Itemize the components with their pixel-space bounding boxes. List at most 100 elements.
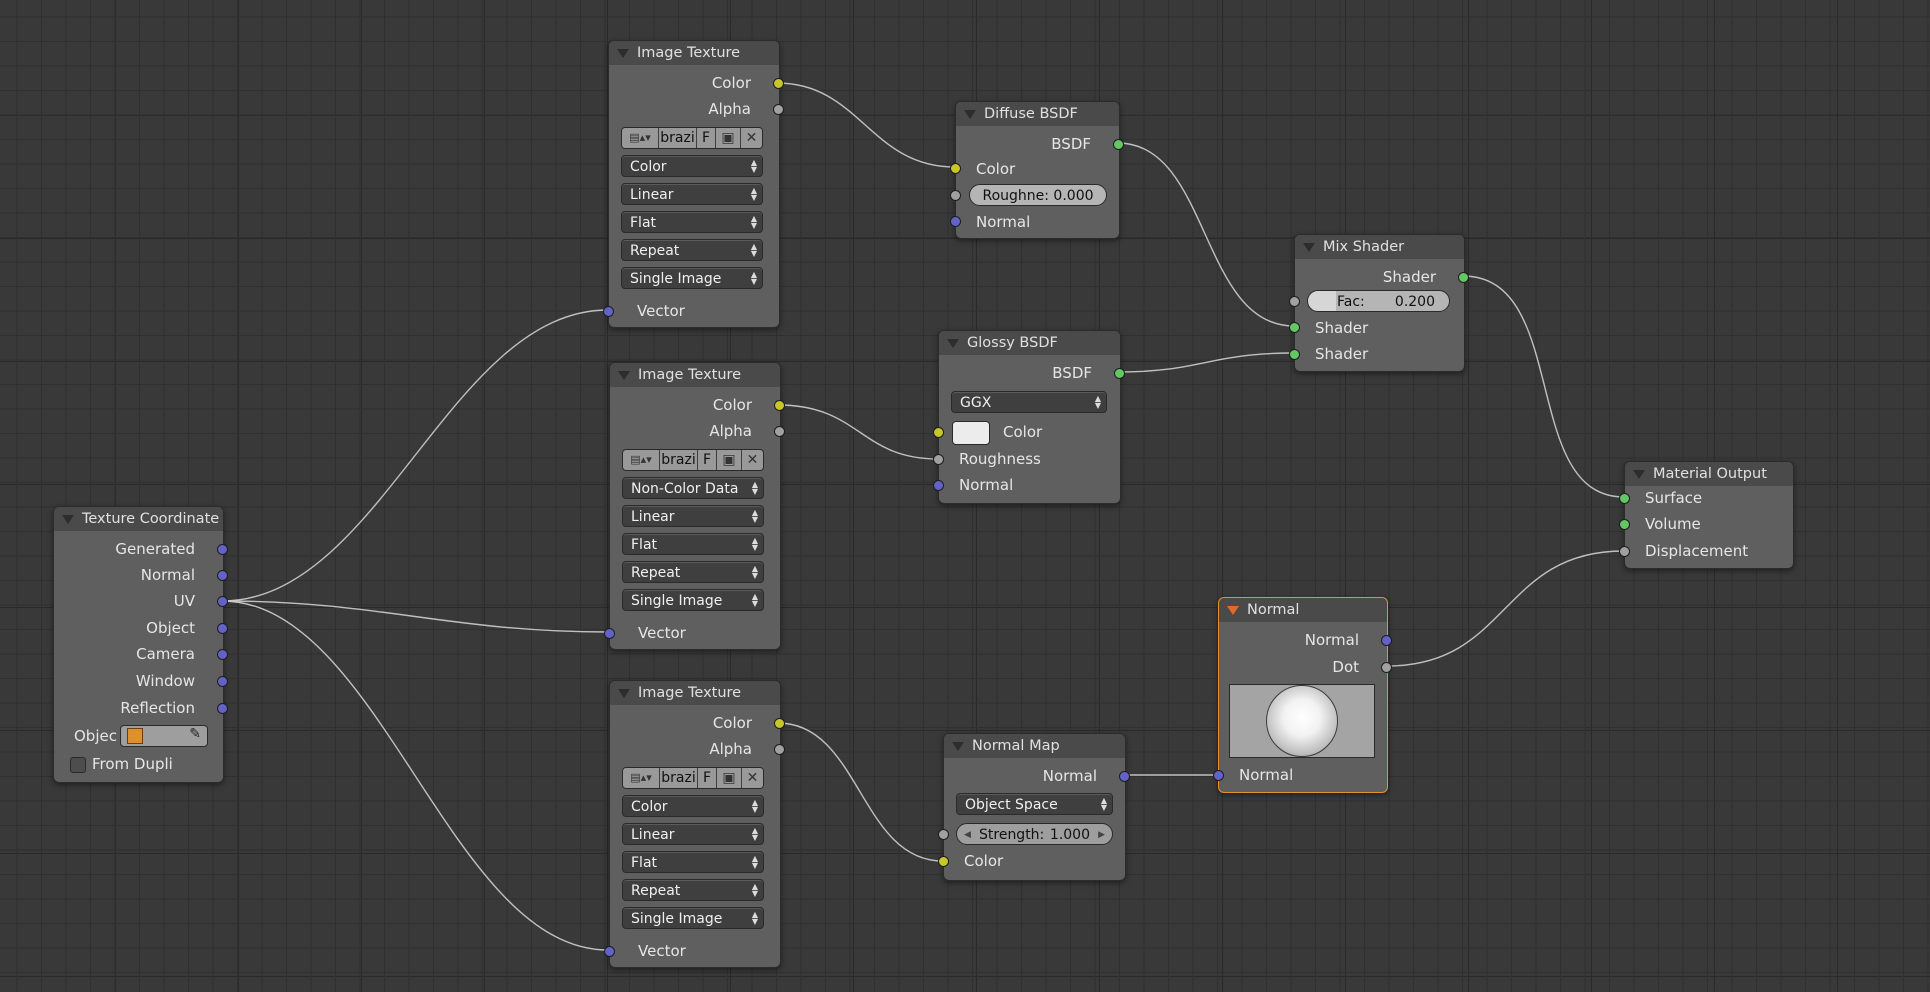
image-browse-icon[interactable]: ▤▴▾: [622, 128, 658, 148]
socket-normal-out[interactable]: [217, 570, 228, 581]
normal-direction-preview[interactable]: [1229, 684, 1375, 758]
image-datablock-selector[interactable]: ▤▴▾ brazi F ▣ ✕: [622, 449, 764, 471]
fac-slider[interactable]: Fac: 0.200: [1307, 290, 1450, 312]
normal-map-node[interactable]: Normal Map Normal Object Space ▲ ▼ ◀ Stren…: [938, 733, 1130, 881]
socket-window-out[interactable]: [217, 676, 228, 687]
triangle-down-icon[interactable]: [1227, 606, 1239, 615]
fake-user-button[interactable]: F: [697, 128, 715, 148]
extension-dropdown[interactable]: Repeat ▲ ▼: [622, 561, 764, 583]
image-texture-node-3[interactable]: Image Texture Color Alpha ▤▴▾ brazi F ▣ …: [604, 680, 785, 968]
socket-uv-out[interactable]: [217, 596, 228, 607]
object-picker-field[interactable]: ✎: [120, 725, 208, 747]
folder-open-icon[interactable]: ▣: [717, 450, 741, 470]
node-header[interactable]: Material Output: [1625, 462, 1793, 486]
triangle-down-icon[interactable]: [947, 339, 959, 348]
socket-color-out[interactable]: [774, 718, 785, 729]
folder-open-icon[interactable]: ▣: [717, 768, 741, 788]
projection-dropdown[interactable]: Flat ▲ ▼: [622, 533, 764, 555]
socket-vector-in[interactable]: [604, 946, 615, 957]
socket-roughness-in[interactable]: [933, 454, 944, 465]
socket-camera-out[interactable]: [217, 649, 228, 660]
diffuse-bsdf-node[interactable]: Diffuse BSDF BSDF Color Roughne: 0.000 N…: [950, 101, 1124, 239]
extension-dropdown[interactable]: Repeat ▲ ▼: [622, 879, 764, 901]
interpolation-dropdown[interactable]: Linear ▲ ▼: [622, 505, 764, 527]
socket-fac-in[interactable]: [1289, 296, 1300, 307]
source-dropdown[interactable]: Single Image ▲ ▼: [622, 907, 764, 929]
node-header[interactable]: Mix Shader: [1295, 235, 1464, 259]
source-dropdown[interactable]: Single Image ▲ ▼: [622, 589, 764, 611]
from-dupli-checkbox[interactable]: [70, 757, 86, 773]
socket-alpha-out[interactable]: [773, 104, 784, 115]
projection-dropdown[interactable]: Flat ▲ ▼: [621, 211, 763, 233]
texture-coordinate-node[interactable]: Texture Coordinate Generated Normal UV O…: [53, 506, 228, 783]
triangle-down-icon[interactable]: [618, 689, 630, 698]
close-icon[interactable]: ✕: [742, 450, 763, 470]
socket-color-out[interactable]: [774, 400, 785, 411]
triangle-down-icon[interactable]: [62, 515, 74, 524]
color-space-dropdown[interactable]: Non-Color Data ▲ ▼: [622, 477, 764, 499]
image-name-field[interactable]: brazi: [659, 128, 696, 148]
socket-normal-in[interactable]: [933, 480, 944, 491]
space-dropdown[interactable]: Object Space ▲ ▼: [956, 793, 1113, 815]
fake-user-button[interactable]: F: [698, 768, 716, 788]
socket-dot-out[interactable]: [1381, 662, 1392, 673]
socket-normal-out[interactable]: [1119, 771, 1130, 782]
socket-generated-out[interactable]: [217, 544, 228, 555]
image-texture-node-2[interactable]: Image Texture Color Alpha ▤▴▾ brazi F ▣ …: [604, 362, 785, 650]
triangle-down-icon[interactable]: [952, 742, 964, 751]
image-name-field[interactable]: brazi: [660, 450, 697, 470]
folder-open-icon[interactable]: ▣: [716, 128, 740, 148]
roughness-slider[interactable]: Roughne: 0.000: [969, 184, 1107, 206]
socket-color-in[interactable]: [938, 856, 949, 867]
socket-roughness-in[interactable]: [950, 190, 961, 201]
triangle-down-icon[interactable]: [617, 49, 629, 58]
image-name-field[interactable]: brazi: [660, 768, 697, 788]
interpolation-dropdown[interactable]: Linear ▲ ▼: [622, 823, 764, 845]
projection-dropdown[interactable]: Flat ▲ ▼: [622, 851, 764, 873]
triangle-down-icon[interactable]: [1303, 243, 1315, 252]
node-header[interactable]: Image Texture: [609, 41, 779, 65]
close-icon[interactable]: ✕: [741, 128, 762, 148]
socket-strength-in[interactable]: [938, 829, 949, 840]
node-header[interactable]: Image Texture: [610, 681, 780, 705]
socket-reflection-out[interactable]: [217, 703, 228, 714]
triangle-down-icon[interactable]: [964, 110, 976, 119]
close-icon[interactable]: ✕: [742, 768, 763, 788]
color-swatch[interactable]: [952, 421, 990, 445]
image-texture-node-1[interactable]: Image Texture Color Alpha ▤▴▾ brazi F ▣ …: [603, 40, 784, 328]
image-datablock-selector[interactable]: ▤▴▾ brazi F ▣ ✕: [622, 767, 764, 789]
extension-dropdown[interactable]: Repeat ▲ ▼: [621, 239, 763, 261]
distribution-dropdown[interactable]: GGX ▲ ▼: [951, 391, 1107, 413]
fake-user-button[interactable]: F: [698, 450, 716, 470]
eyedropper-icon[interactable]: ✎: [189, 726, 201, 742]
increment-arrow-icon[interactable]: ▶: [1098, 824, 1105, 846]
normal-sphere-icon[interactable]: [1266, 685, 1338, 757]
source-dropdown[interactable]: Single Image ▲ ▼: [621, 267, 763, 289]
socket-color-out[interactable]: [773, 78, 784, 89]
node-header[interactable]: Diffuse BSDF: [956, 102, 1119, 126]
socket-bsdf-out[interactable]: [1113, 139, 1124, 150]
normal-node[interactable]: Normal Normal Dot Normal: [1213, 597, 1392, 793]
node-header[interactable]: Image Texture: [610, 363, 780, 387]
image-datablock-selector[interactable]: ▤▴▾ brazi F ▣ ✕: [621, 127, 763, 149]
node-header[interactable]: Normal Map: [944, 734, 1125, 758]
socket-alpha-out[interactable]: [774, 426, 785, 437]
socket-shader-out[interactable]: [1458, 272, 1469, 283]
socket-normal-in[interactable]: [950, 216, 961, 227]
interpolation-dropdown[interactable]: Linear ▲ ▼: [621, 183, 763, 205]
image-browse-icon[interactable]: ▤▴▾: [623, 768, 659, 788]
triangle-down-icon[interactable]: [618, 371, 630, 380]
socket-vector-in[interactable]: [603, 306, 614, 317]
node-header[interactable]: Glossy BSDF: [939, 331, 1120, 355]
socket-color-in[interactable]: [950, 163, 961, 174]
color-space-dropdown[interactable]: Color ▲ ▼: [622, 795, 764, 817]
decrement-arrow-icon[interactable]: ◀: [964, 824, 971, 846]
socket-normal-out[interactable]: [1381, 635, 1392, 646]
socket-volume-in[interactable]: [1619, 519, 1630, 530]
node-header[interactable]: Texture Coordinate: [54, 507, 223, 531]
material-output-node[interactable]: Material Output Surface Volume Displacem…: [1619, 461, 1794, 569]
socket-alpha-out[interactable]: [774, 744, 785, 755]
node-header[interactable]: Normal: [1219, 598, 1387, 622]
socket-shader2-in[interactable]: [1289, 349, 1300, 360]
socket-normal-in[interactable]: [1213, 770, 1224, 781]
